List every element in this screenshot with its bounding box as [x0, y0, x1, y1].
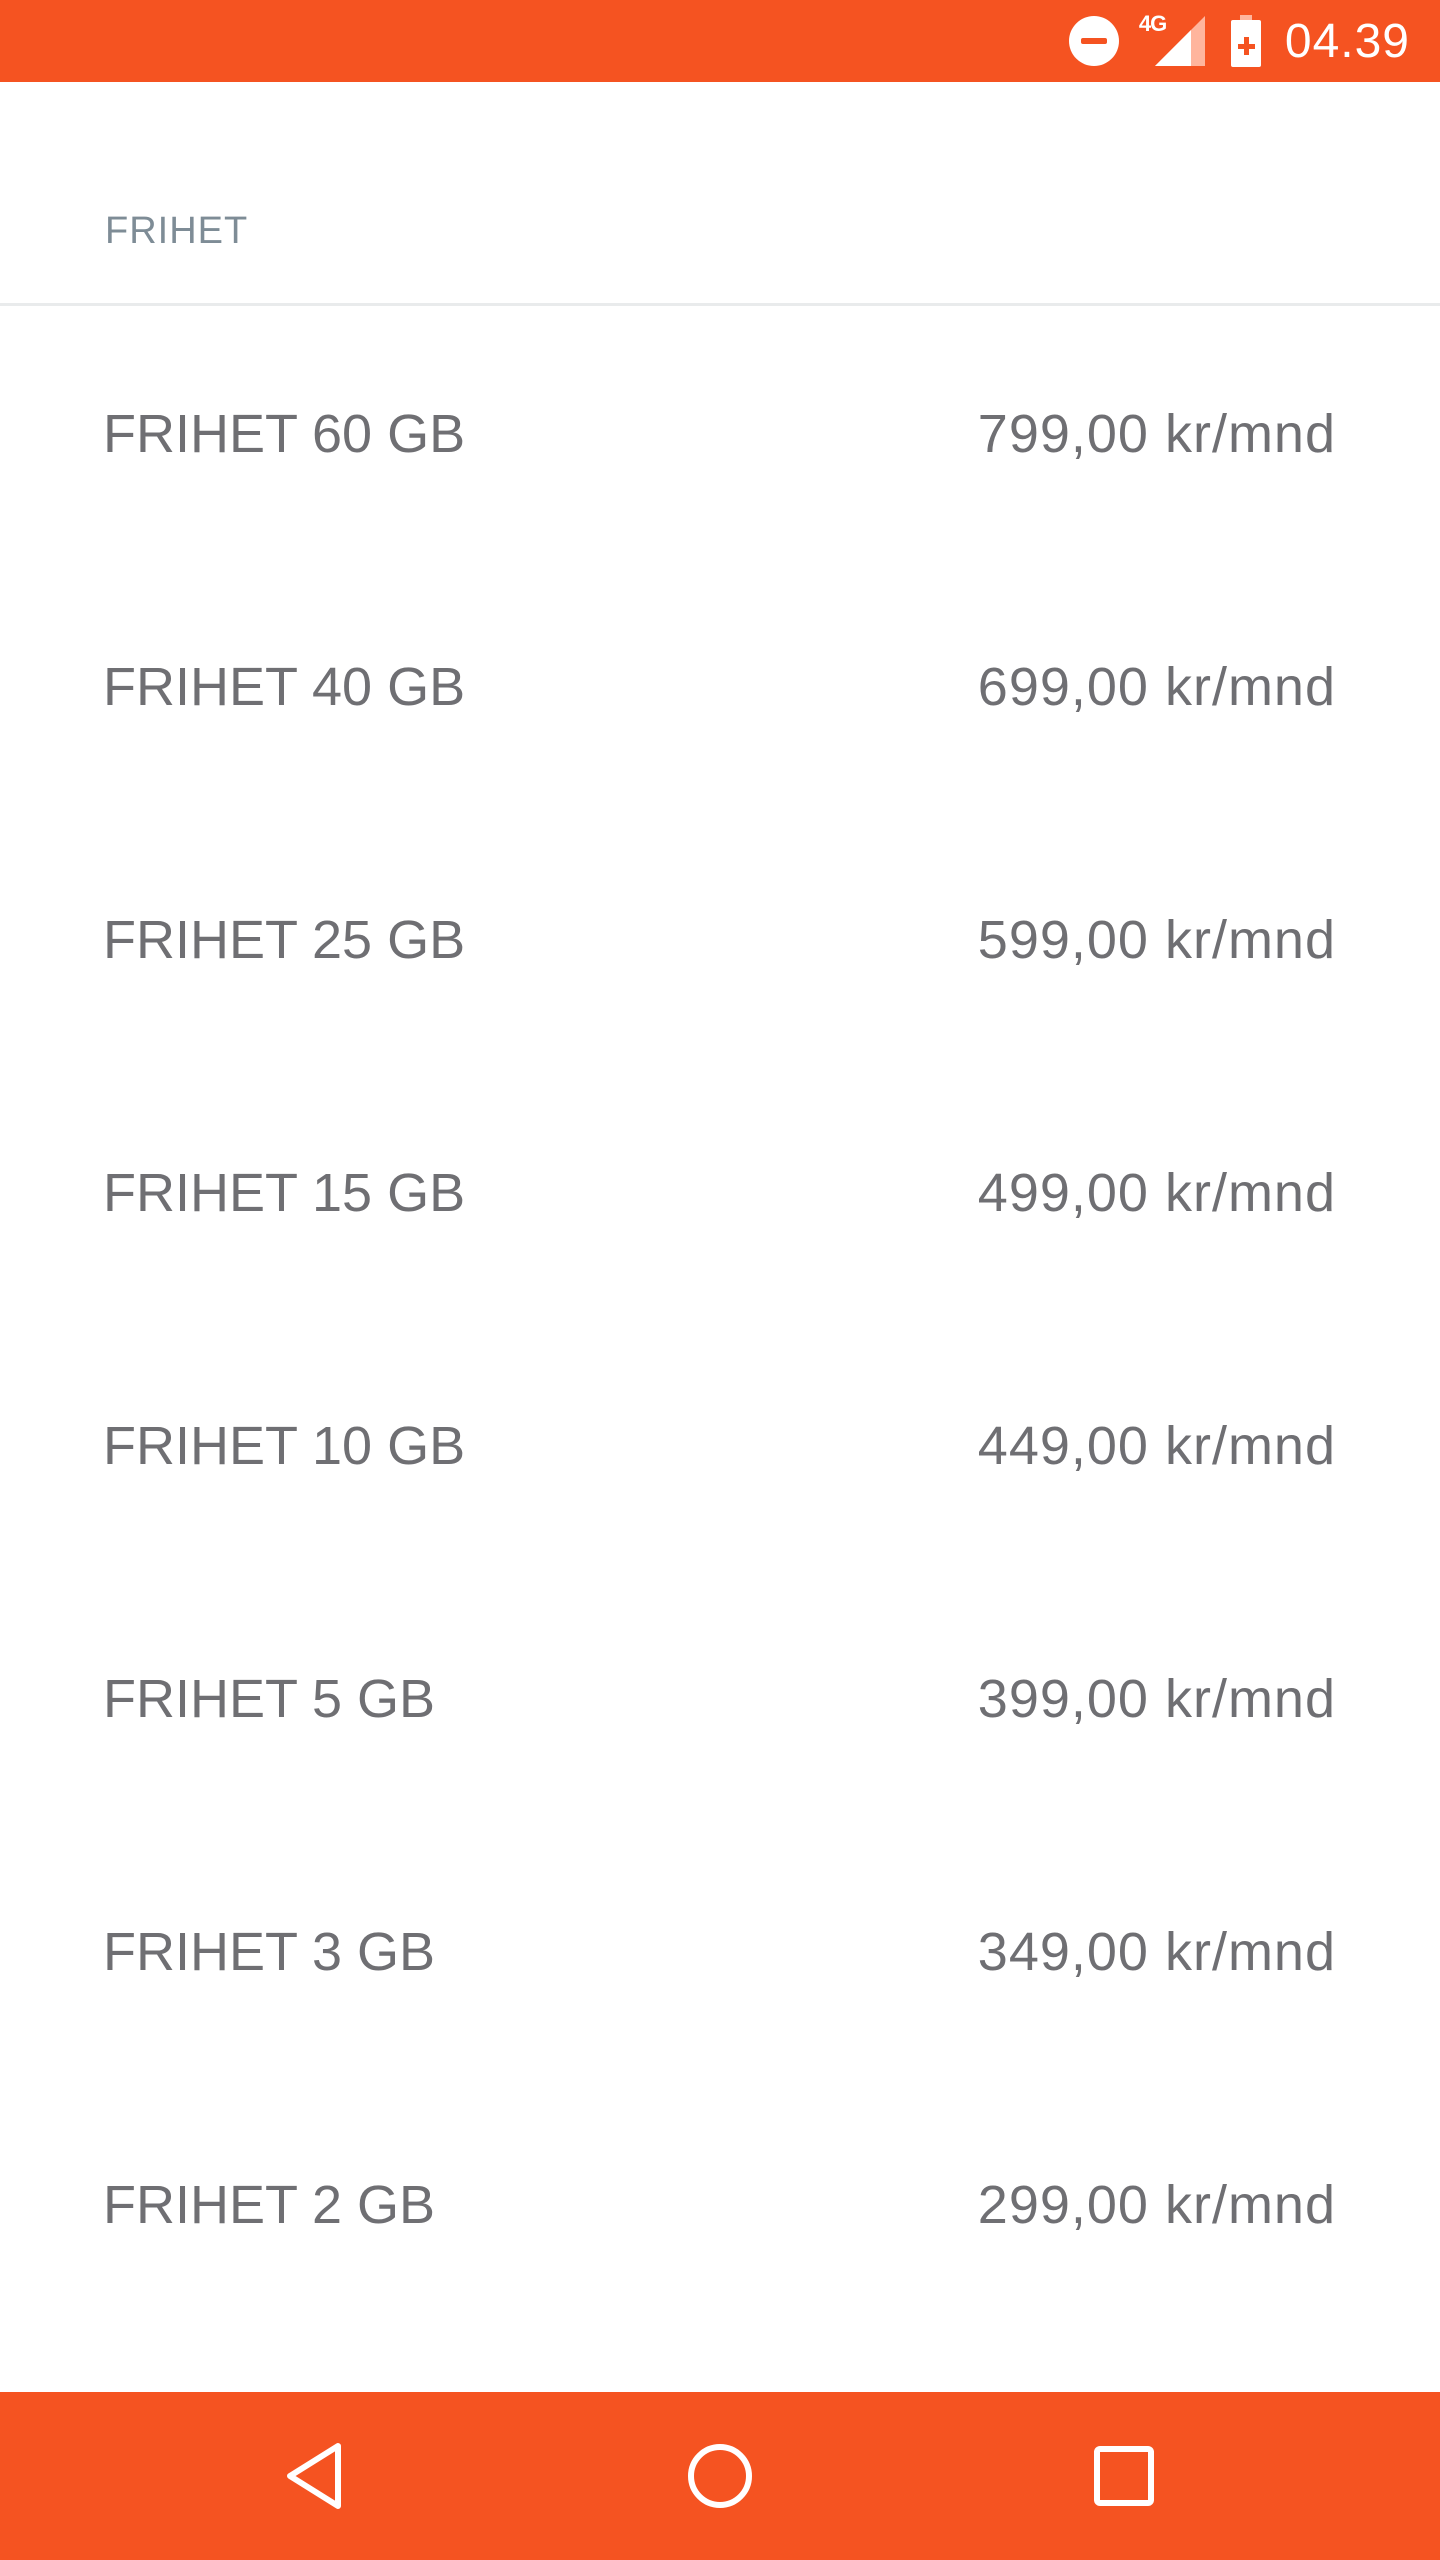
- section-header: FRIHET: [0, 82, 1440, 306]
- plan-row[interactable]: FRIHET 3 GB 349,00 kr/mnd: [0, 1826, 1440, 2079]
- status-bar: 4G 04.39: [0, 0, 1440, 82]
- status-clock: 04.39: [1284, 14, 1410, 68]
- plan-name: FRIHET 10 GB: [103, 1416, 466, 1476]
- plan-price: 799,00 kr/mnd: [977, 404, 1336, 464]
- plan-row[interactable]: FRIHET 60 GB 799,00 kr/mnd: [0, 308, 1440, 561]
- plan-row[interactable]: FRIHET 40 GB 699,00 kr/mnd: [0, 561, 1440, 814]
- plan-row[interactable]: FRIHET 2 GB 299,00 kr/mnd: [0, 2079, 1440, 2332]
- do-not-disturb-icon: [1068, 16, 1119, 66]
- plan-price: 699,00 kr/mnd: [977, 657, 1336, 717]
- home-icon[interactable]: [680, 2436, 760, 2516]
- plan-price: 499,00 kr/mnd: [977, 1163, 1336, 1223]
- battery-charging-icon: [1230, 15, 1261, 67]
- screen: 4G 04.39 FRIHET FRIHET 60 GB 799,00 kr/m…: [0, 0, 1440, 2560]
- navigation-bar: [0, 2392, 1440, 2560]
- back-icon[interactable]: [276, 2436, 356, 2516]
- plan-name: FRIHET 2 GB: [103, 2175, 436, 2235]
- page-title: FRIHET: [105, 210, 249, 252]
- plan-list: FRIHET 60 GB 799,00 kr/mnd FRIHET 40 GB …: [0, 308, 1440, 2332]
- plan-row[interactable]: FRIHET 25 GB 599,00 kr/mnd: [0, 814, 1440, 1067]
- plan-row[interactable]: FRIHET 15 GB 499,00 kr/mnd: [0, 1067, 1440, 1320]
- status-icons: 4G 04.39: [1068, 0, 1410, 82]
- plan-name: FRIHET 25 GB: [103, 910, 466, 970]
- plan-price: 599,00 kr/mnd: [977, 910, 1336, 970]
- cellular-signal-icon: [1154, 16, 1205, 66]
- plan-name: FRIHET 60 GB: [103, 404, 466, 464]
- plan-name: FRIHET 3 GB: [103, 1922, 436, 1982]
- plan-row[interactable]: FRIHET 10 GB 449,00 kr/mnd: [0, 1320, 1440, 1573]
- recents-icon[interactable]: [1084, 2436, 1164, 2516]
- plan-price: 299,00 kr/mnd: [977, 2175, 1336, 2235]
- plan-name: FRIHET 40 GB: [103, 657, 466, 717]
- plan-price: 349,00 kr/mnd: [977, 1922, 1336, 1982]
- plan-price: 449,00 kr/mnd: [977, 1416, 1336, 1476]
- cellular-signal-group: 4G: [1139, 11, 1205, 69]
- plan-row[interactable]: FRIHET 5 GB 399,00 kr/mnd: [0, 1573, 1440, 1826]
- plan-price: 399,00 kr/mnd: [977, 1669, 1336, 1729]
- plan-name: FRIHET 15 GB: [103, 1163, 466, 1223]
- plan-name: FRIHET 5 GB: [103, 1669, 436, 1729]
